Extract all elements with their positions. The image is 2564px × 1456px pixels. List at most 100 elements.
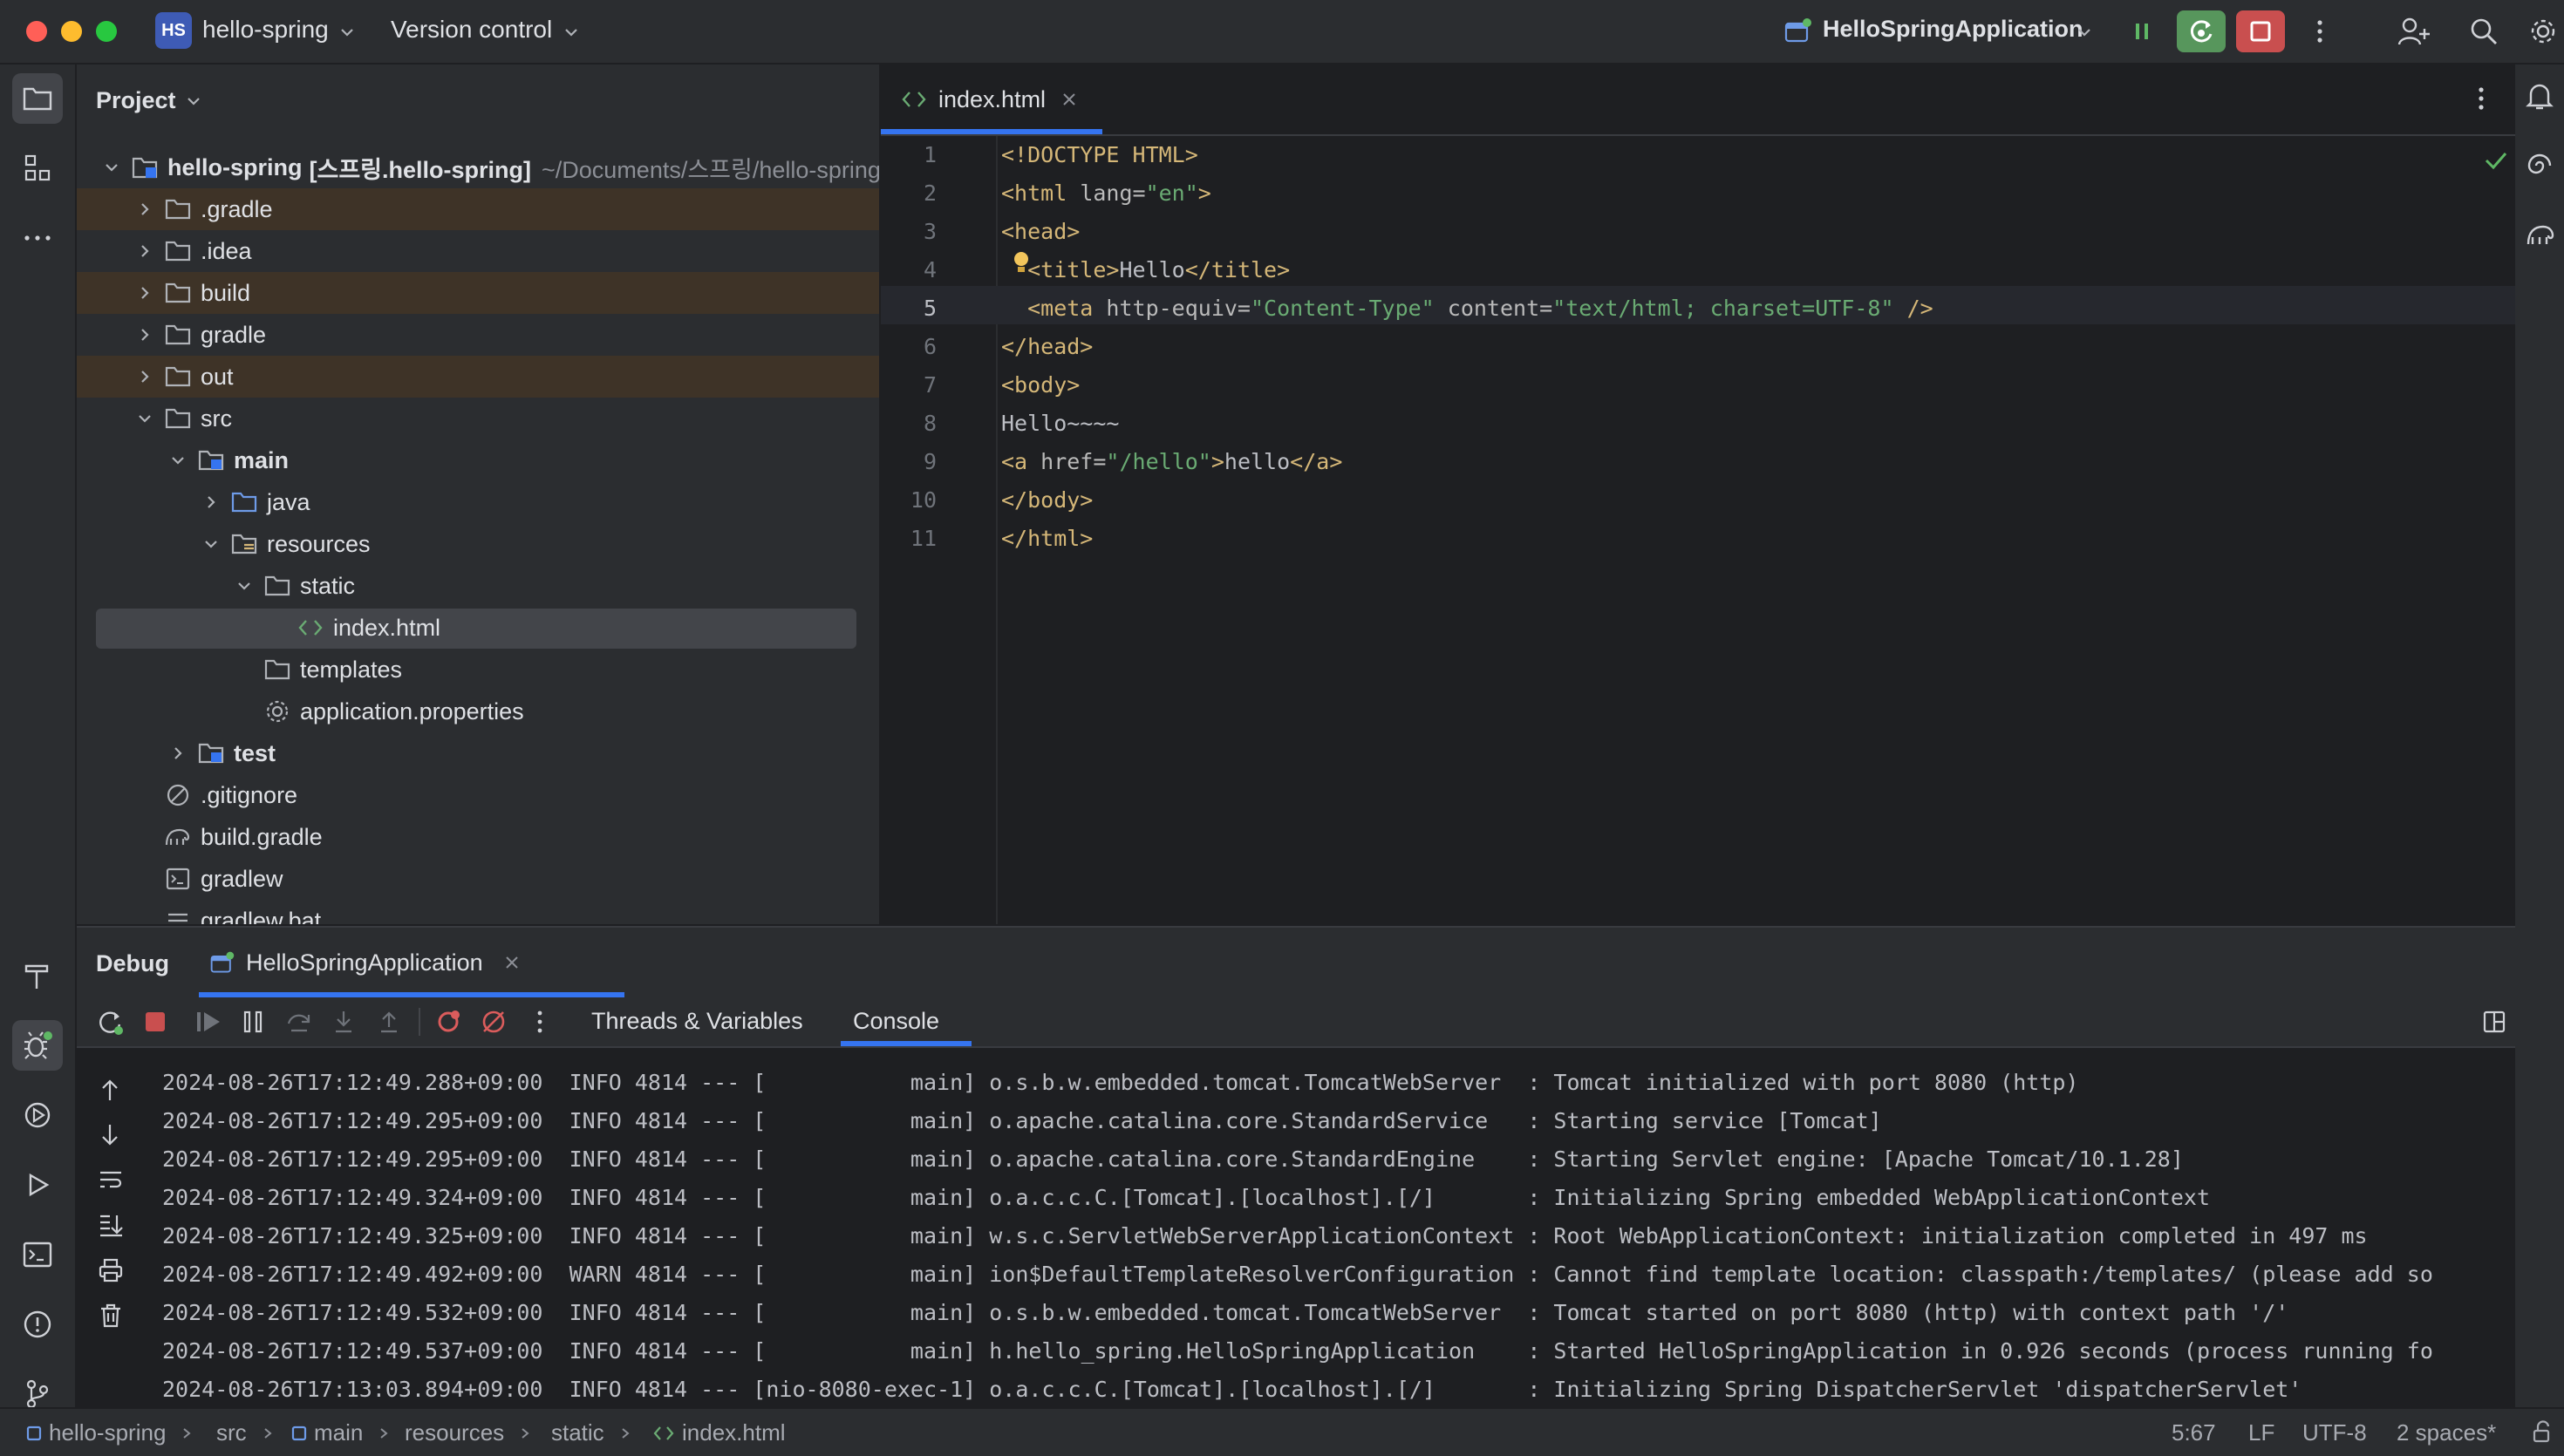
tab-index-html[interactable]: index.html	[881, 65, 1102, 134]
console-log-line[interactable]: 2024-08-26T17:12:49.295+09:00 INFO 4814 …	[162, 1102, 1882, 1140]
tree-item[interactable]: templates	[77, 649, 879, 691]
notifications-button[interactable]	[2526, 82, 2554, 112]
code-line[interactable]: 1 <!DOCTYPE HTML>	[881, 136, 2515, 174]
terminal-tool-button[interactable]	[12, 1229, 63, 1280]
breadcrumb-item[interactable]: static	[551, 1419, 632, 1446]
chevron-down-icon[interactable]	[166, 448, 190, 473]
console-log-line[interactable]: 2024-08-26T17:12:49.295+09:00 INFO 4814 …	[162, 1140, 2184, 1179]
lock-icon[interactable]	[2531, 1419, 2555, 1444]
close-tab-icon[interactable]	[1061, 92, 1077, 107]
chevron-down-icon[interactable]	[199, 532, 223, 556]
code-line[interactable]: 7 <body>	[881, 366, 2515, 405]
code-line[interactable]: 10 </body>	[881, 481, 2515, 520]
code-line[interactable]: 3 <head>	[881, 213, 2515, 251]
code-line[interactable]: 5 <meta http-equiv="Content-Type" conten…	[881, 289, 2515, 328]
line-separator[interactable]: LF	[2248, 1419, 2274, 1446]
code-line[interactable]: 8 Hello~~~~	[881, 405, 2515, 443]
tab-threads-variables[interactable]: Threads & Variables	[591, 1008, 803, 1035]
step-into-icon[interactable]	[331, 1010, 356, 1034]
problems-tool-button[interactable]	[12, 1299, 63, 1350]
stop-icon[interactable]	[143, 1010, 167, 1034]
step-out-icon[interactable]	[377, 1010, 401, 1034]
breadcrumb-item[interactable]: resources	[405, 1419, 532, 1446]
project-tool-button[interactable]	[12, 73, 63, 124]
resume-icon[interactable]	[195, 1010, 222, 1034]
chevron-right-icon[interactable]	[133, 239, 157, 263]
tree-item[interactable]: gradle	[77, 314, 879, 356]
file-encoding[interactable]: UTF-8	[2302, 1419, 2367, 1446]
mute-breakpoints-icon[interactable]	[480, 1008, 508, 1036]
breadcrumb-item[interactable]: src	[216, 1419, 275, 1446]
gradle-tool-button[interactable]	[2526, 221, 2555, 248]
caret-position[interactable]: 5:67	[2172, 1419, 2216, 1446]
project-view-dropdown[interactable]: Project	[96, 87, 202, 114]
console-log-line[interactable]: 2024-08-26T17:12:49.492+09:00 WARN 4814 …	[162, 1255, 2433, 1294]
tree-item[interactable]: index.html	[77, 607, 879, 649]
arrow-down-icon[interactable]	[98, 1121, 122, 1147]
rerun-icon[interactable]	[96, 1008, 124, 1036]
view-breakpoints-icon[interactable]	[434, 1008, 462, 1036]
tree-item[interactable]: build.gradle	[77, 816, 879, 858]
services-tool-button[interactable]	[12, 1090, 63, 1140]
indent-setting[interactable]: 2 spaces*	[2397, 1419, 2496, 1446]
chevron-right-icon[interactable]	[166, 741, 190, 765]
pause-program-button[interactable]	[2117, 10, 2166, 52]
print-icon[interactable]	[98, 1257, 124, 1283]
console-log-line[interactable]: 2024-08-26T17:12:49.324+09:00 INFO 4814 …	[162, 1179, 2210, 1217]
tree-root[interactable]: hello-spring [스프링.hello-spring] ~/Docume…	[77, 146, 879, 188]
editor-options-button[interactable]	[2477, 85, 2486, 112]
scroll-to-end-icon[interactable]	[98, 1212, 124, 1238]
tree-item[interactable]: application.properties	[77, 691, 879, 732]
tree-item[interactable]: .idea	[77, 230, 879, 272]
tree-item[interactable]: gradlew	[77, 858, 879, 900]
tree-item[interactable]: test	[77, 732, 879, 774]
project-name-dropdown[interactable]: hello-spring	[202, 16, 329, 44]
code-line[interactable]: 9 <a href="/hello">hello</a>	[881, 443, 2515, 481]
run-tool-button[interactable]	[12, 1160, 63, 1210]
ai-assistant-button[interactable]	[2526, 152, 2554, 180]
no-problems-check-icon[interactable]	[2484, 150, 2508, 171]
tree-item[interactable]: java	[77, 481, 879, 523]
breadcrumb-item[interactable]: main	[291, 1419, 391, 1446]
tab-console[interactable]: Console	[841, 997, 972, 1046]
pause-icon[interactable]	[241, 1010, 265, 1034]
project-badge[interactable]: HS	[155, 12, 192, 49]
close-window-button[interactable]	[26, 21, 47, 42]
tree-item[interactable]: main	[77, 439, 879, 481]
tree-item[interactable]: src	[77, 398, 879, 439]
debug-session-tab[interactable]: HelloSpringApplication	[199, 928, 624, 997]
breadcrumb-item[interactable]: hello-spring	[26, 1419, 194, 1446]
console-log-line[interactable]: 2024-08-26T17:12:49.532+09:00 INFO 4814 …	[162, 1294, 2288, 1332]
tree-item[interactable]: out	[77, 356, 879, 398]
tree-item[interactable]: build	[77, 272, 879, 314]
code-line[interactable]: 11 </html>	[881, 520, 2515, 558]
maximize-window-button[interactable]	[96, 21, 117, 42]
code-with-me-button[interactable]	[2390, 10, 2438, 52]
close-tab-icon[interactable]	[504, 955, 520, 970]
tree-item[interactable]: resources	[77, 523, 879, 565]
chevron-down-icon[interactable]	[133, 406, 157, 431]
arrow-up-icon[interactable]	[98, 1078, 122, 1104]
console-log-line[interactable]: 2024-08-26T17:13:03.894+09:00 INFO 4814 …	[162, 1371, 2301, 1409]
debug-tool-button[interactable]	[12, 1020, 63, 1071]
chevron-right-icon[interactable]	[199, 490, 223, 514]
step-over-icon[interactable]	[286, 1010, 312, 1034]
run-config-dropdown[interactable]: HelloSpringApplication	[1823, 16, 2083, 43]
build-tool-button[interactable]	[12, 950, 63, 1001]
console-log-line[interactable]: 2024-08-26T17:12:49.325+09:00 INFO 4814 …	[162, 1217, 2368, 1255]
more-vertical-icon[interactable]	[535, 1010, 544, 1034]
code-line[interactable]: 6 </head>	[881, 328, 2515, 366]
tree-item[interactable]: static	[77, 565, 879, 607]
more-actions-button[interactable]	[2295, 10, 2344, 52]
lightbulb-icon[interactable]	[1013, 251, 1029, 274]
chevron-down-icon[interactable]	[232, 574, 256, 598]
settings-button[interactable]	[2522, 10, 2564, 52]
layout-settings-icon[interactable]	[2482, 1010, 2506, 1034]
search-button[interactable]	[2459, 10, 2508, 52]
rerun-button[interactable]	[2177, 10, 2226, 52]
code-line[interactable]: 4 <title>Hello</title>	[881, 251, 2515, 289]
code-line[interactable]: 2 <html lang="en">	[881, 174, 2515, 213]
tree-item[interactable]: .gitignore	[77, 774, 879, 816]
tree-item[interactable]: .gradle	[77, 188, 879, 230]
chevron-right-icon[interactable]	[133, 323, 157, 347]
